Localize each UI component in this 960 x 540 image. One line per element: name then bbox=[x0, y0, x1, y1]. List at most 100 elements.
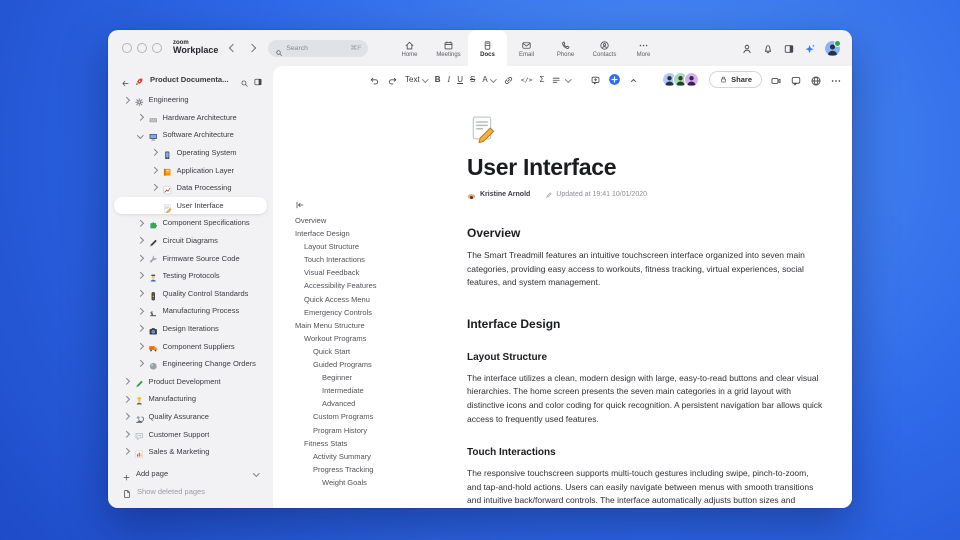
sidebar-item-user-interface[interactable]: User Interface bbox=[114, 196, 267, 215]
outline-item-activity-summary[interactable]: Activity Summary bbox=[295, 450, 467, 463]
side-panel-button[interactable] bbox=[783, 42, 795, 54]
tab-email[interactable]: Email bbox=[507, 30, 546, 66]
back-button[interactable] bbox=[229, 43, 238, 53]
chevron-right-icon[interactable] bbox=[122, 430, 130, 438]
text-color-button[interactable]: A bbox=[482, 73, 497, 87]
sidebar-item-component-suppliers[interactable]: Component Suppliers bbox=[114, 337, 267, 355]
underline-button[interactable]: U bbox=[457, 73, 463, 87]
collapse-outline-button[interactable] bbox=[295, 197, 305, 209]
strikethrough-button[interactable]: S bbox=[470, 73, 475, 87]
more-options-button[interactable] bbox=[830, 74, 842, 86]
language-button[interactable] bbox=[810, 74, 822, 86]
sidebar-item-hardware-architecture[interactable]: Hardware Architecture bbox=[114, 109, 267, 127]
tab-docs[interactable]: Docs bbox=[468, 30, 507, 66]
undo-button[interactable] bbox=[369, 73, 380, 87]
chevron-right-icon[interactable] bbox=[122, 448, 130, 455]
sidebar-item-manufacturing[interactable]: Manufacturing bbox=[114, 390, 267, 408]
paragraph[interactable]: The Smart Treadmill features an intuitiv… bbox=[467, 249, 825, 290]
comment-button[interactable] bbox=[590, 73, 601, 87]
maximize-window-button[interactable] bbox=[152, 43, 162, 53]
insert-link-button[interactable] bbox=[503, 73, 514, 87]
bold-button[interactable]: B bbox=[435, 73, 441, 87]
outline-item-weight-goals[interactable]: Weight Goals bbox=[295, 476, 467, 489]
chevron-right-icon[interactable] bbox=[136, 237, 144, 244]
ai-companion-button[interactable] bbox=[608, 73, 621, 87]
outline-item-main-menu-structure[interactable]: Main Menu Structure bbox=[295, 319, 467, 332]
sidebar-item-product-development[interactable]: Product Development bbox=[114, 373, 267, 391]
chevron-right-icon[interactable] bbox=[136, 290, 144, 297]
outline-item-touch-interactions[interactable]: Touch Interactions bbox=[295, 253, 467, 266]
italic-button[interactable]: I bbox=[448, 73, 451, 87]
sidebar-back-icon[interactable] bbox=[121, 75, 130, 86]
paragraph[interactable]: The responsive touchscreen supports mult… bbox=[467, 467, 825, 508]
sidebar-item-quality-control-standards[interactable]: Quality Control Standards bbox=[114, 285, 267, 303]
chevron-down-icon[interactable] bbox=[136, 131, 144, 139]
outline-item-visual-feedback[interactable]: Visual Feedback bbox=[295, 266, 467, 279]
collaborator-avatar-3[interactable] bbox=[684, 72, 700, 87]
chevron-right-icon[interactable] bbox=[136, 307, 144, 315]
sidebar-item-engineering-change-orders[interactable]: Engineering Change Orders bbox=[114, 355, 267, 373]
chat-button[interactable] bbox=[790, 74, 802, 86]
sidebar-item-circuit-diagrams[interactable]: Circuit Diagrams bbox=[114, 232, 267, 250]
outline-item-guided-programs[interactable]: Guided Programs bbox=[295, 358, 467, 371]
chevron-right-icon[interactable] bbox=[150, 184, 158, 192]
sidebar-item-engineering[interactable]: Engineering bbox=[114, 91, 267, 109]
workspace-title[interactable]: Product Documenta... bbox=[150, 75, 236, 84]
chevron-right-icon[interactable] bbox=[136, 342, 144, 350]
sidebar-item-firmware-source-code[interactable]: Firmware Source Code bbox=[114, 249, 267, 267]
chevron-right-icon[interactable] bbox=[122, 395, 130, 403]
notifications-button[interactable] bbox=[762, 42, 774, 54]
outline-item-program-history[interactable]: Program History bbox=[295, 424, 467, 437]
sidebar-item-sales-marketing[interactable]: Sales & Marketing bbox=[114, 443, 267, 461]
code-block-button[interactable]: </> bbox=[521, 73, 533, 87]
section-heading-touch-interactions[interactable]: Touch Interactions bbox=[467, 447, 839, 458]
sidebar-item-component-specifications[interactable]: Component Specifications bbox=[114, 214, 267, 232]
ai-companion-button[interactable] bbox=[804, 42, 816, 54]
outline-item-accessibility-features[interactable]: Accessibility Features bbox=[295, 279, 467, 292]
sidebar-panel-icon[interactable] bbox=[253, 74, 263, 86]
chevron-right-icon[interactable] bbox=[136, 360, 144, 367]
outline-item-quick-start[interactable]: Quick Start bbox=[295, 345, 467, 358]
search-input[interactable]: Search ⌘F bbox=[268, 39, 369, 57]
sidebar-item-manufacturing-process[interactable]: Manufacturing Process bbox=[114, 302, 267, 320]
align-button[interactable] bbox=[551, 73, 572, 87]
add-page-button[interactable]: Add page bbox=[114, 465, 267, 483]
chevron-right-icon[interactable] bbox=[136, 272, 144, 279]
chevron-right-icon[interactable] bbox=[150, 149, 158, 156]
close-window-button[interactable] bbox=[122, 43, 132, 53]
section-heading-interface-design[interactable]: Interface Design bbox=[467, 317, 839, 331]
tab-phone[interactable]: Phone bbox=[546, 30, 585, 66]
sidebar-item-design-iterations[interactable]: Design Iterations bbox=[114, 320, 267, 338]
chevron-right-icon[interactable] bbox=[136, 114, 144, 121]
user-avatar[interactable] bbox=[825, 39, 841, 56]
outline-item-interface-design[interactable]: Interface Design bbox=[295, 227, 467, 240]
section-heading-layout-structure[interactable]: Layout Structure bbox=[467, 352, 839, 363]
profile-button[interactable] bbox=[741, 42, 753, 54]
tab-more[interactable]: More bbox=[624, 30, 663, 66]
redo-button[interactable] bbox=[387, 73, 398, 87]
tab-home[interactable]: Home bbox=[390, 30, 429, 66]
chevron-right-icon[interactable] bbox=[122, 413, 130, 420]
chevron-right-icon[interactable] bbox=[136, 325, 144, 332]
chevron-right-icon[interactable] bbox=[150, 166, 158, 174]
outline-item-quick-access-menu[interactable]: Quick Access Menu bbox=[295, 293, 467, 306]
chevron-right-icon[interactable] bbox=[122, 96, 130, 104]
sidebar-item-testing-protocols[interactable]: Testing Protocols bbox=[114, 267, 267, 285]
tab-contacts[interactable]: Contacts bbox=[585, 30, 624, 66]
chevron-right-icon[interactable] bbox=[122, 378, 130, 385]
sidebar-item-application-layer[interactable]: Application Layer bbox=[114, 161, 267, 179]
equation-button[interactable]: Σ bbox=[540, 73, 545, 87]
outline-item-layout-structure[interactable]: Layout Structure bbox=[295, 240, 467, 253]
outline-item-overview[interactable]: Overview bbox=[295, 214, 467, 227]
outline-item-advanced[interactable]: Advanced bbox=[295, 397, 467, 410]
sidebar-item-data-processing[interactable]: Data Processing bbox=[114, 179, 267, 197]
outline-item-beginner[interactable]: Beginner bbox=[295, 371, 467, 384]
chevron-right-icon[interactable] bbox=[136, 254, 144, 262]
outline-item-emergency-controls[interactable]: Emergency Controls bbox=[295, 306, 467, 319]
share-button[interactable]: Share bbox=[709, 71, 762, 88]
outline-item-workout-programs[interactable]: Workout Programs bbox=[295, 332, 467, 345]
minimize-window-button[interactable] bbox=[137, 43, 147, 53]
show-deleted-pages-button[interactable]: Show deleted pages bbox=[114, 482, 267, 500]
sidebar-item-customer-support[interactable]: Customer Support bbox=[114, 425, 267, 443]
sidebar-search-icon[interactable] bbox=[240, 75, 249, 87]
